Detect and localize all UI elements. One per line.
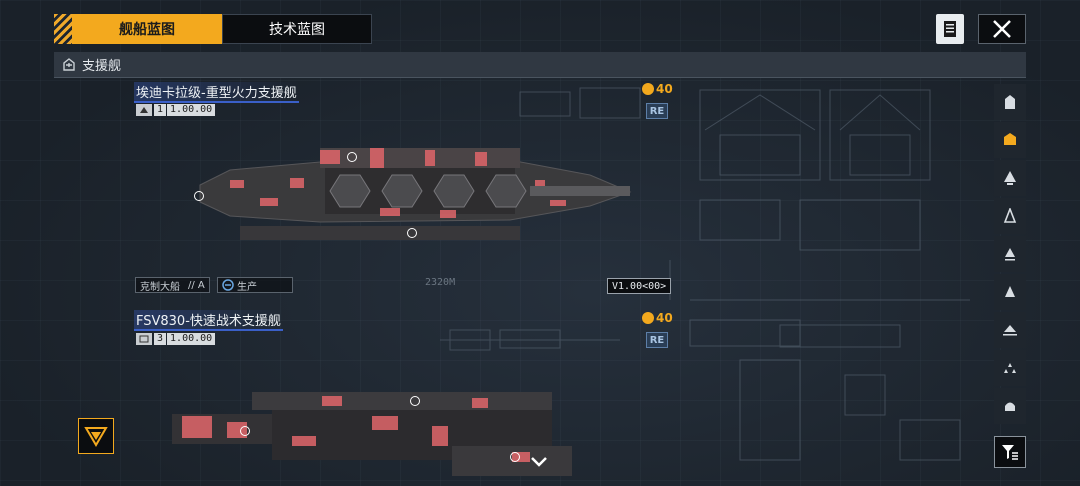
ship-class-icon	[136, 333, 152, 345]
filter-button[interactable]	[994, 436, 1026, 468]
ship-class-icon	[136, 104, 152, 116]
cruiser-icon	[1004, 171, 1016, 185]
resource-coin-icon	[642, 312, 654, 324]
document-button[interactable]	[936, 14, 964, 44]
scroll-down-chevron-icon[interactable]	[530, 456, 548, 468]
sidebar-item-squadron[interactable]	[994, 350, 1026, 386]
close-button[interactable]	[978, 14, 1026, 44]
ship-1-title: 埃迪卡拉级-重型火力支援舰	[134, 82, 299, 103]
sidebar-item-support[interactable]	[994, 122, 1026, 158]
ship-1-class-number: 1	[154, 104, 167, 116]
sidebar-item-frigate[interactable]	[994, 236, 1026, 272]
filter-icon	[1002, 445, 1018, 460]
ship-2-class-number: 3	[154, 333, 167, 345]
corvette-icon	[1005, 286, 1015, 297]
destroyer-icon	[1003, 208, 1017, 223]
faction-emblem-icon	[84, 427, 108, 447]
sidebar-item-destroyer[interactable]	[994, 198, 1026, 234]
ship-1-status-label: 生产	[237, 281, 257, 293]
sidebar-item-cruiser[interactable]	[994, 160, 1026, 196]
close-icon	[993, 20, 1011, 38]
ship-1-sub: 1 1.00.00	[136, 104, 216, 116]
production-icon	[222, 279, 234, 291]
resource-coin-icon	[642, 83, 654, 95]
ship-1-badge: RE	[646, 103, 668, 119]
sidebar-item-module[interactable]	[994, 388, 1026, 424]
ship-1-hotspot-bottom[interactable]	[407, 228, 417, 238]
ship-1-version: V1.00<00>	[607, 278, 672, 294]
ship-1-status-tag: 生产	[217, 277, 293, 293]
blueprint-tabs: 舰船蓝图 技术蓝图	[54, 14, 372, 44]
category-bar: 支援舰	[54, 52, 1026, 78]
ship-1-count: 1.00.00	[167, 104, 216, 116]
ship-2-count: 1.00.00	[167, 333, 216, 345]
tab-stripe-decoration	[54, 14, 72, 44]
module-icon	[1005, 402, 1015, 411]
ship-1-tag-suffix: // A	[188, 279, 205, 291]
ship-2-hotspot-bottom[interactable]	[510, 452, 520, 462]
ship-2-hotspot-top[interactable]	[410, 396, 420, 406]
ship-2-cost-value: 40	[656, 311, 673, 325]
tab-tech-blueprint[interactable]: 技术蓝图	[222, 14, 372, 44]
ship-1-image[interactable]	[170, 140, 640, 260]
ship-1-length: 2320M	[425, 277, 456, 288]
ship-1-hotspot-top[interactable]	[347, 152, 357, 162]
ship-2-title: FSV830-快速战术支援舰	[134, 310, 283, 331]
sidebar-item-corvette[interactable]	[994, 274, 1026, 310]
document-icon	[944, 21, 956, 37]
ship-2-badge: RE	[646, 332, 668, 348]
ship-1-hotspot-left[interactable]	[194, 191, 204, 201]
sidebar-item-aircraft[interactable]	[994, 312, 1026, 348]
ship-1-cost-value: 40	[656, 82, 673, 96]
ship-class-sidebar	[994, 84, 1026, 426]
category-label: 支援舰	[82, 59, 122, 74]
carrier-icon	[1005, 95, 1015, 109]
ship-1-cost: 40	[642, 82, 673, 96]
tab-ship-blueprint[interactable]: 舰船蓝图	[72, 14, 222, 44]
ship-2-cost: 40	[642, 311, 673, 325]
sidebar-item-carrier[interactable]	[994, 84, 1026, 120]
ship-2-hotspot-left[interactable]	[240, 426, 250, 436]
ship-1-type-tag: 克制大船 // A	[135, 277, 210, 293]
support-ship-icon	[1004, 133, 1016, 145]
ship-2-sub: 3 1.00.00	[136, 333, 216, 345]
aircraft-icon	[1003, 325, 1017, 336]
faction-toggle-button[interactable]	[78, 418, 114, 454]
frigate-icon	[1005, 248, 1015, 261]
support-ship-icon	[63, 57, 75, 71]
ship-1-tag-type: 克制大船	[140, 281, 180, 293]
squadron-icon	[1004, 363, 1016, 373]
